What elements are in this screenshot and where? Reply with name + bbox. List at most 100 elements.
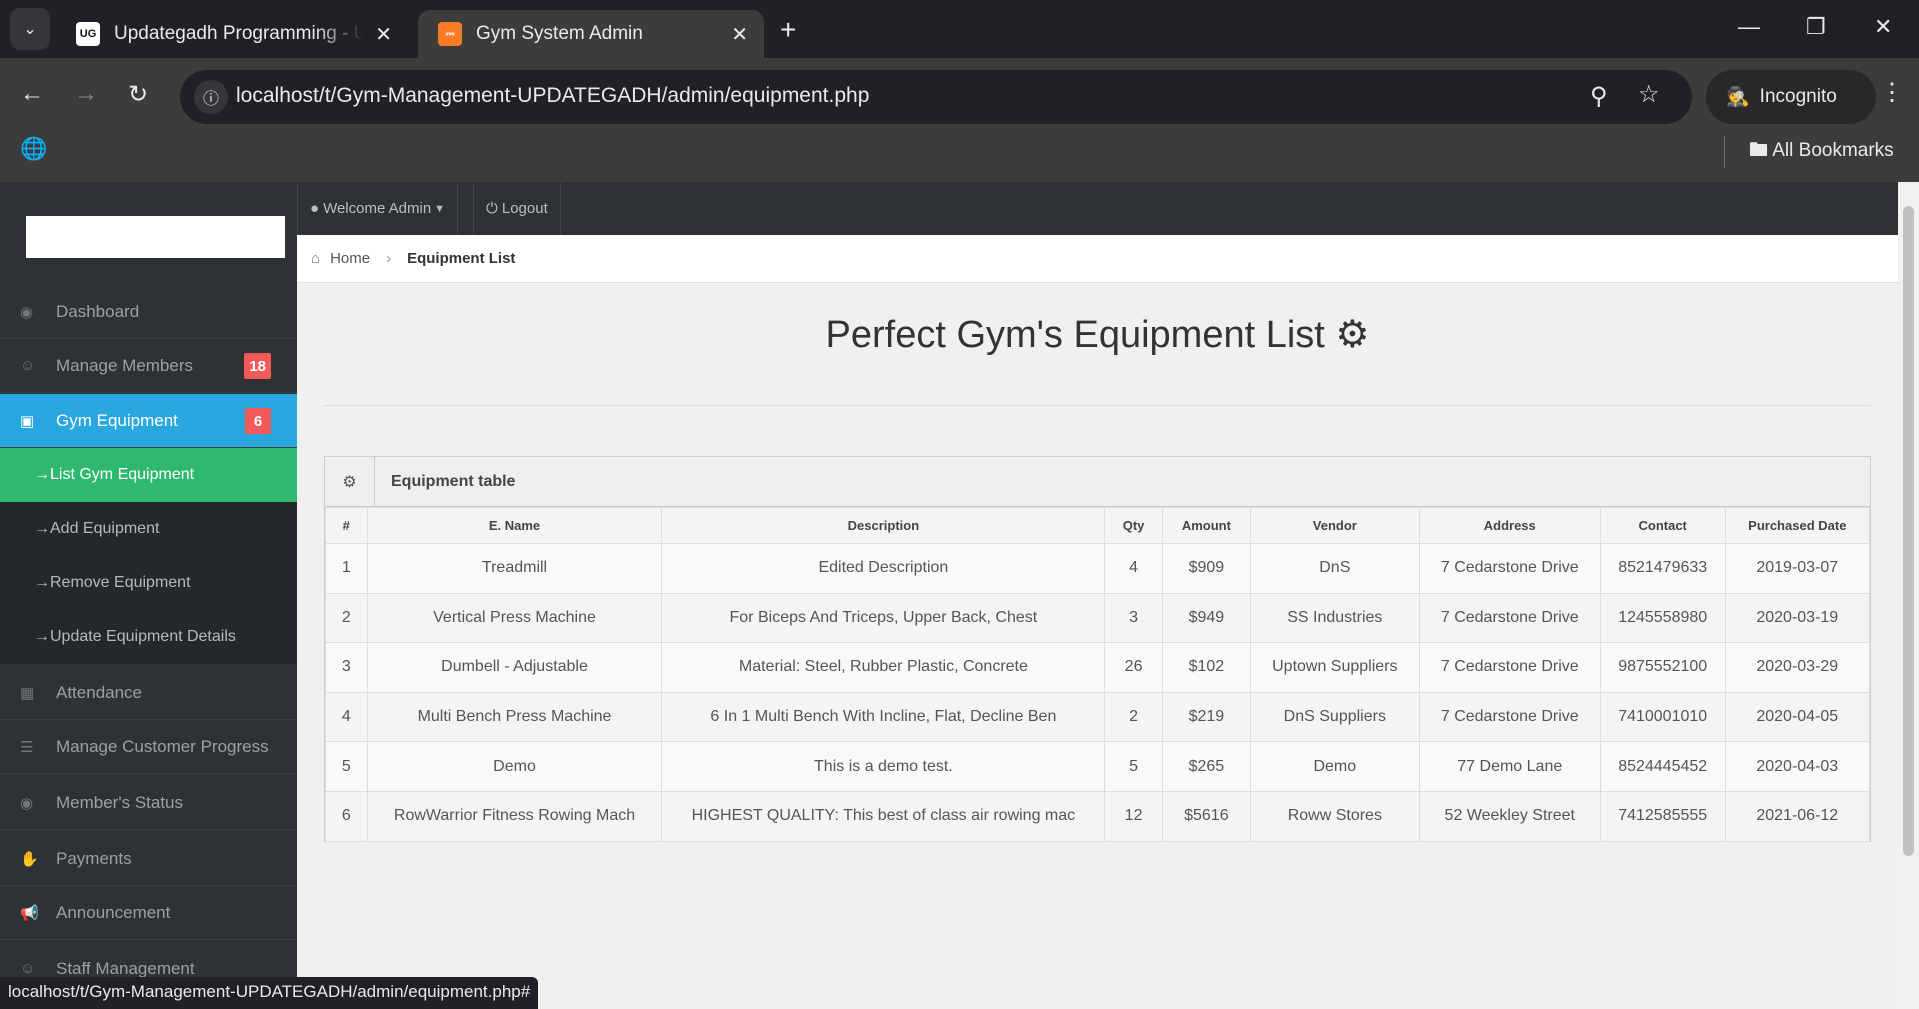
sidebar-item-label: Member's Status: [56, 792, 184, 812]
cell-address: 7 Cedarstone Drive: [1418, 543, 1601, 594]
column-header: Contact: [1599, 507, 1726, 544]
close-window-icon[interactable]: ✕: [1874, 14, 1892, 40]
reload-icon[interactable]: ↻: [128, 80, 148, 109]
sidebar-item-customer-progress[interactable]: ☰ Manage Customer Progress: [0, 720, 297, 774]
browser-tab-gym-admin[interactable]: ⎓ Gym System Admin ✕: [418, 10, 764, 58]
globe-icon[interactable]: 🌐: [20, 136, 47, 162]
sidebar-item-dashboard[interactable]: ◉ Dashboard: [0, 285, 297, 339]
sidebar-subitem-update-equipment[interactable]: → Update Equipment Details: [0, 610, 297, 664]
site-info-icon[interactable]: ⓘ: [194, 80, 228, 114]
incognito-icon: 🕵: [1726, 87, 1750, 108]
page-scrollbar[interactable]: [1898, 182, 1919, 1009]
scrollbar-thumb[interactable]: [1903, 206, 1914, 856]
table-header-row: # E. Name Description Qty Amount Vendor …: [325, 507, 1871, 544]
welcome-admin-dropdown[interactable]: ● Welcome Admin ▼: [297, 182, 459, 235]
cell-contact: 8524445452: [1599, 741, 1726, 792]
cell-name: Treadmill: [366, 543, 663, 594]
cell-index: 1: [325, 543, 368, 594]
zoom-icon[interactable]: ⚲: [1590, 82, 1608, 111]
cell-index: 4: [325, 691, 368, 743]
table-row: 2 Vertical Press Machine For Biceps And …: [325, 592, 1871, 644]
cell-name: RowWarrior Fitness Rowing Mach: [366, 790, 663, 842]
power-icon: ⏻: [486, 200, 498, 217]
column-header: Qty: [1104, 507, 1163, 544]
equipment-table-widget: ⚙ Equipment table # E. Name Description …: [324, 456, 1871, 842]
new-tab-icon[interactable]: +: [780, 14, 796, 46]
table-row: 5 Demo This is a demo test. 5 $265 Demo …: [325, 741, 1871, 792]
table-row: 1 Treadmill Edited Description 4 $909 Dn…: [325, 543, 1871, 594]
cell-name: Dumbell - Adjustable: [366, 642, 663, 693]
arrow-right-icon: →: [34, 466, 50, 483]
hand-icon: ✋: [20, 850, 39, 868]
sidebar-item-manage-members[interactable]: ☺ Manage Members 18: [0, 339, 297, 393]
table-row: 6 RowWarrior Fitness Rowing Mach HIGHEST…: [325, 790, 1871, 842]
sidebar-item-label: Staff Management: [56, 958, 195, 978]
back-icon[interactable]: ←: [20, 80, 44, 108]
user-icon: ●: [310, 200, 320, 217]
all-bookmarks-button[interactable]: 🖿 All Bookmarks: [1724, 136, 1894, 168]
cell-qty: 4: [1104, 543, 1163, 594]
admin-topbar: ● Welcome Admin ▼ ⏻ Logout: [297, 182, 1898, 235]
sidebar-item-payments[interactable]: ✋ Payments: [0, 832, 297, 886]
address-bar-url[interactable]: localhost/t/Gym-Management-UPDATEGADH/ad…: [236, 84, 869, 108]
incognito-indicator[interactable]: 🕵 Incognito: [1706, 70, 1876, 124]
cell-description: Edited Description: [661, 543, 1106, 594]
sidebar-subitem-remove-equipment[interactable]: → Remove Equipment: [0, 556, 297, 610]
cell-index: 3: [325, 642, 368, 693]
sidebar-item-label: Payments: [56, 848, 132, 868]
browser-menu-icon[interactable]: ⋮: [1880, 78, 1904, 107]
page-title-text: Perfect Gym's Equipment List: [825, 314, 1325, 356]
breadcrumb-home[interactable]: Home: [330, 250, 370, 267]
sidebar-subitem-label: List Gym Equipment: [50, 466, 195, 483]
close-tab-icon[interactable]: ✕: [731, 22, 748, 47]
folder-icon: 🖿: [1749, 140, 1769, 161]
cell-date: 2020-04-03: [1724, 741, 1871, 792]
page-title: Perfect Gym's Equipment List ⚙: [297, 312, 1898, 357]
cell-address: 77 Demo Lane: [1418, 741, 1601, 792]
widget-title: Equipment table: [391, 472, 516, 490]
restore-icon[interactable]: ❐: [1806, 14, 1826, 40]
arrow-right-icon: →: [34, 520, 50, 537]
caret-down-icon: ▼: [434, 202, 446, 215]
sidebar-item-attendance[interactable]: ▦ Attendance: [0, 666, 297, 720]
cell-vendor: Uptown Suppliers: [1249, 642, 1420, 693]
cogs-icon: ⚙: [325, 456, 375, 507]
cell-address: 7 Cedarstone Drive: [1418, 691, 1601, 743]
sidebar-item-announcement[interactable]: 📢 Announcement: [0, 886, 297, 940]
close-tab-icon[interactable]: ✕: [375, 22, 392, 47]
tab-search-button[interactable]: ⌄: [10, 8, 50, 50]
sidebar-subitem-list-equipment[interactable]: → List Gym Equipment: [0, 448, 297, 502]
cell-name: Demo: [366, 741, 663, 792]
cell-date: 2020-03-19: [1724, 592, 1871, 644]
cell-amount: $5616: [1161, 790, 1251, 842]
column-header: Vendor: [1249, 507, 1420, 544]
logout-button[interactable]: ⏻ Logout: [473, 182, 561, 235]
cell-address: 52 Weekley Street: [1418, 790, 1601, 842]
address-bar[interactable]: ⓘ localhost/t/Gym-Management-UPDATEGADH/…: [180, 70, 1692, 124]
members-count-badge: 18: [244, 353, 271, 379]
sidebar-subitem-add-equipment[interactable]: → Add Equipment: [0, 502, 297, 556]
minimize-icon[interactable]: —: [1738, 14, 1760, 40]
cell-name: Vertical Press Machine: [366, 592, 663, 644]
cell-description: This is a demo test.: [661, 741, 1106, 792]
cell-address: 7 Cedarstone Drive: [1418, 642, 1601, 693]
widget-header: ⚙ Equipment table: [325, 456, 1870, 507]
cell-vendor: SS Industries: [1249, 592, 1420, 644]
dashboard-icon: ◉: [20, 303, 34, 321]
megaphone-icon: 📢: [20, 904, 39, 922]
cell-vendor: Roww Stores: [1249, 790, 1420, 842]
arrow-right-icon: →: [34, 628, 50, 645]
sidebar-item-member-status[interactable]: ◉ Member's Status: [0, 776, 297, 830]
table-row: 3 Dumbell - Adjustable Material: Steel, …: [325, 642, 1871, 693]
bookmark-star-icon[interactable]: ☆: [1638, 80, 1660, 109]
cell-description: Material: Steel, Rubber Plastic, Concret…: [661, 642, 1106, 693]
cell-contact: 7410001010: [1599, 691, 1726, 743]
all-bookmarks-label: All Bookmarks: [1772, 140, 1894, 161]
cell-index: 6: [325, 790, 368, 842]
sidebar-item-label: Attendance: [56, 682, 143, 702]
browser-tab-updategadh[interactable]: UG Updategadh Programming - Up ✕: [56, 10, 408, 58]
sidebar-item-gym-equipment[interactable]: ▣ Gym Equipment 6: [0, 394, 297, 448]
users-icon: ☺: [20, 357, 36, 374]
column-header: E. Name: [366, 507, 663, 544]
forward-icon[interactable]: →: [74, 80, 98, 108]
